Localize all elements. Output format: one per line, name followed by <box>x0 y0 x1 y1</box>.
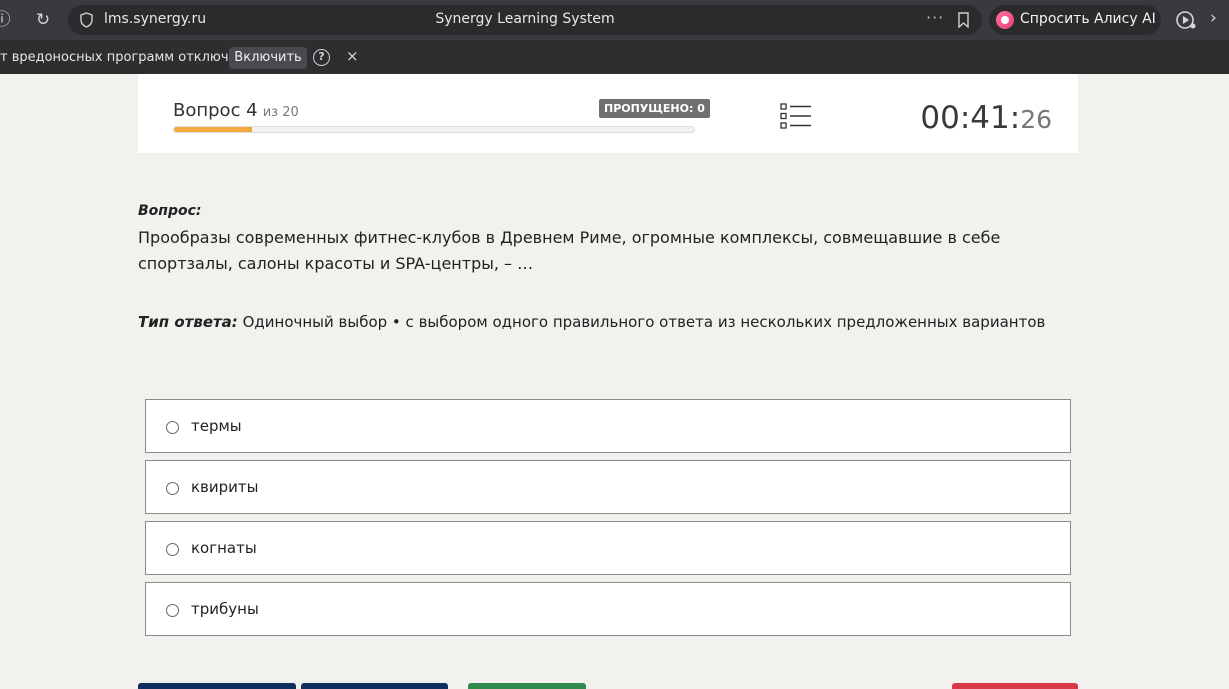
shield-icon <box>80 12 93 28</box>
answer-option[interactable]: термы <box>145 399 1071 453</box>
question-label: Вопрос: <box>138 203 202 219</box>
answer-button[interactable] <box>468 683 586 689</box>
answer-label: когнаты <box>191 539 257 557</box>
ask-alice-button[interactable]: Спросить Алису AI <box>989 5 1161 35</box>
question-text: Прообразы современных фитнес-клубов в Др… <box>138 228 1001 273</box>
answer-type-value: Одиночный выбор • с выбором одного прави… <box>242 313 1046 331</box>
radio-button[interactable] <box>166 604 179 617</box>
media-play-icon[interactable] <box>1175 9 1197 31</box>
radio-button[interactable] <box>166 543 179 556</box>
answer-option[interactable]: трибуны <box>145 582 1071 636</box>
radio-button[interactable] <box>166 421 179 434</box>
radio-button[interactable] <box>166 482 179 495</box>
ask-alice-label: Спросить Алису AI <box>1020 11 1156 27</box>
quiz-header: Вопрос 4 из 20 ПРОПУЩЕНО: 0 00:41:26 <box>138 74 1078 153</box>
timer-seconds: 26 <box>1020 105 1052 134</box>
answer-label: квириты <box>191 478 259 496</box>
progress-bar <box>173 126 695 133</box>
question-number: Вопрос 4 <box>173 100 258 121</box>
finish-button[interactable] <box>952 683 1078 689</box>
more-icon[interactable]: ··· <box>926 8 944 27</box>
reload-icon[interactable]: ↻ <box>31 8 55 32</box>
extension-icon[interactable]: › <box>1210 8 1217 28</box>
bookmark-icon[interactable] <box>957 12 970 28</box>
address-bar[interactable]: lms.synergy.ru Synergy Learning System ·… <box>68 5 982 35</box>
skipped-badge: ПРОПУЩЕНО: 0 <box>599 99 710 118</box>
enable-button[interactable]: Включить <box>229 47 307 69</box>
question-list-icon[interactable] <box>780 102 812 130</box>
answer-label: термы <box>191 417 242 435</box>
next-button[interactable] <box>301 683 448 689</box>
timer-main: 00:41: <box>920 100 1021 136</box>
question-counter: Вопрос 4 из 20 <box>173 100 299 121</box>
url-text: lms.synergy.ru <box>104 11 207 27</box>
answer-label: трибуны <box>191 600 259 618</box>
progress-fill <box>174 127 252 132</box>
alice-icon <box>996 11 1014 29</box>
browser-toolbar: ⓘ ↻ lms.synergy.ru Synergy Learning Syst… <box>0 0 1229 40</box>
notification-bar: т вредоносных программ отключена Включит… <box>0 40 1229 74</box>
notification-text: т вредоносных программ отключена <box>0 50 254 65</box>
question-total: из 20 <box>262 105 299 120</box>
answer-type-label: Тип ответа: <box>138 313 238 331</box>
timer: 00:41:26 <box>920 100 1052 136</box>
info-icon[interactable]: ⓘ <box>0 8 14 32</box>
answer-option[interactable]: квириты <box>145 460 1071 514</box>
help-icon[interactable]: ? <box>313 49 330 66</box>
previous-button[interactable] <box>138 683 296 689</box>
close-icon[interactable]: × <box>346 47 359 65</box>
answer-type: Тип ответа: Одиночный выбор • с выбором … <box>138 313 1045 331</box>
answer-option[interactable]: когнаты <box>145 521 1071 575</box>
